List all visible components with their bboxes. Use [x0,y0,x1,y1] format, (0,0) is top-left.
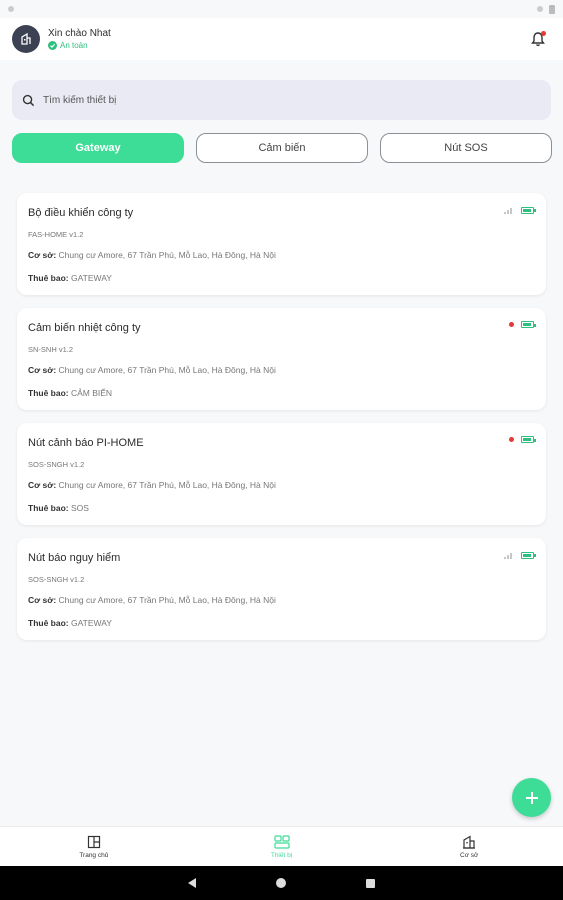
bottom-navigation: Trang chủ Thiết bị Cơ sở [0,826,563,866]
battery-icon [521,436,536,443]
home-circle-icon[interactable] [276,878,286,888]
back-icon[interactable] [188,878,196,888]
check-circle-icon [48,41,57,50]
device-facility: Cơ sở: Chung cư Amore, 67 Trần Phú, Mỗ L… [28,250,276,260]
system-status-bar [0,0,563,18]
device-card[interactable]: Cảm biến nhiệt công ty SN-SNH v1.2 Cơ sở… [17,308,546,410]
battery-icon [521,551,536,559]
facility-value: Chung cư Amore, 67 Trần Phú, Mỗ Lao, Hà … [58,365,276,375]
facility-label: Cơ sở: [28,595,57,605]
status-right-icons [537,4,555,14]
device-subscriber: Thuê bao: GATEWAY [28,618,112,628]
red-dot-icon [509,437,514,442]
app-header: Xin chào Nhat An toàn [0,18,563,60]
device-name: Nút báo nguy hiểm [28,552,121,564]
device-card[interactable]: Nút cảnh báo PI-HOME SOS-SNGH v1.2 Cơ sở… [17,423,546,525]
device-type-tabs: Gateway Cảm biến Nút SOS [12,133,552,163]
subscriber-label: Thuê bao: [28,388,69,398]
facility-value: Chung cư Amore, 67 Trần Phú, Mỗ Lao, Hà … [58,250,276,260]
add-device-button[interactable] [512,778,551,817]
search-input[interactable]: Tìm kiếm thiết bị [43,95,116,106]
device-name: Bộ điều khiển công ty [28,207,134,219]
notification-button[interactable] [529,30,547,48]
battery-icon [521,206,536,214]
subscriber-label: Thuê bao: [28,618,69,628]
tab-gateway[interactable]: Gateway [12,133,184,163]
signal-icon [504,553,512,559]
safety-status: An toàn [48,41,111,50]
recents-icon[interactable] [366,878,375,888]
nav-facility[interactable]: Cơ sở [375,827,563,866]
battery-icon [521,321,536,328]
facility-label: Cơ sở: [28,250,57,260]
nav-home[interactable]: Trang chủ [0,827,188,866]
device-card[interactable]: Nút báo nguy hiểm SOS-SNGH v1.2 Cơ sở: C… [17,538,546,640]
wifi-icon [537,6,543,12]
device-name: Nút cảnh báo PI-HOME [28,437,144,449]
facility-value: Chung cư Amore, 67 Trần Phú, Mỗ Lao, Hà … [58,595,276,605]
device-status-icons [509,436,536,443]
safety-status-label: An toàn [60,41,88,50]
greeting-block: Xin chào Nhat An toàn [48,28,111,50]
avatar[interactable] [12,25,40,53]
device-subscriber: Thuê bao: CẢM BIẾN [28,388,112,398]
tab-sensor[interactable]: Cảm biến [196,133,368,163]
device-facility: Cơ sở: Chung cư Amore, 67 Trần Phú, Mỗ L… [28,365,276,375]
nav-devices[interactable]: Thiết bị [188,827,376,866]
greeting-text: Xin chào Nhat [48,28,111,39]
devices-icon [273,834,290,849]
battery-icon [549,4,555,14]
nav-facility-label: Cơ sở [460,851,479,859]
nav-devices-label: Thiết bị [270,851,293,859]
subscriber-value: GATEWAY [70,273,112,283]
subscriber-value: SOS [70,503,89,513]
subscriber-value: GATEWAY [70,618,112,628]
device-status-icons [504,206,536,214]
subscriber-label: Thuê bao: [28,503,69,513]
facility-label: Cơ sở: [28,480,57,490]
device-subscriber: Thuê bao: GATEWAY [28,273,112,283]
device-status-icons [509,321,536,328]
system-navigation-bar [0,866,563,900]
facility-value: Chung cư Amore, 67 Trần Phú, Mỗ Lao, Hà … [58,480,276,490]
building-icon [463,834,476,849]
device-status-icons [504,551,536,559]
building-icon [21,32,31,45]
device-name: Cảm biến nhiệt công ty [28,322,141,334]
device-facility: Cơ sở: Chung cư Amore, 67 Trần Phú, Mỗ L… [28,595,276,605]
device-model: SN-SNH v1.2 [28,345,74,354]
device-card[interactable]: Bộ điều khiển công ty FAS-HOME v1.2 Cơ s… [17,193,546,295]
search-bar[interactable]: Tìm kiếm thiết bị [12,80,551,120]
plus-icon [525,791,538,804]
red-dot-icon [509,322,514,327]
home-icon [87,835,100,848]
device-model: SOS-SNGH v1.2 [28,460,85,469]
device-facility: Cơ sở: Chung cư Amore, 67 Trần Phú, Mỗ L… [28,480,276,490]
device-model: FAS-HOME v1.2 [28,230,84,239]
tab-sos-button[interactable]: Nút SOS [380,133,552,163]
device-model: SOS-SNGH v1.2 [28,575,85,584]
search-icon [22,94,35,106]
subscriber-value: CẢM BIẾN [70,388,113,398]
device-subscriber: Thuê bao: SOS [28,503,89,513]
notification-badge [541,31,546,36]
nav-home-label: Trang chủ [79,851,109,859]
subscriber-label: Thuê bao: [28,273,69,283]
facility-label: Cơ sở: [28,365,57,375]
status-left-icons [8,4,14,14]
signal-icon [504,208,512,214]
